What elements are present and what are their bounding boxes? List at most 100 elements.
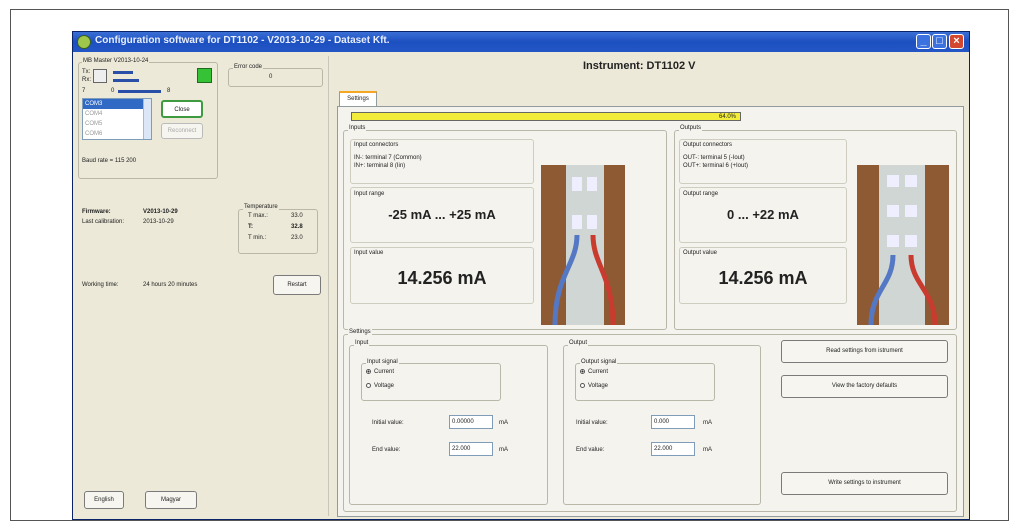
radio-icon[interactable] [366, 383, 371, 388]
com-port-scrollbar[interactable] [143, 99, 151, 139]
output-connector-line: OUT+: terminal 6 (+Iout) [683, 163, 749, 169]
com-port-item[interactable]: COM4 [83, 109, 151, 119]
input-value: 14.256 mA [397, 268, 487, 288]
app-icon [77, 35, 91, 49]
input-voltage-radio[interactable]: Voltage [366, 383, 394, 389]
title-bar[interactable]: Configuration software for DT1102 - V201… [73, 32, 969, 52]
app-window: Configuration software for DT1102 - V201… [72, 31, 970, 520]
window-title: Configuration software for DT1102 - V201… [95, 35, 390, 46]
firmware-label: Firmware: [82, 209, 111, 215]
working-time-label: Working time: [82, 282, 119, 288]
output-initial-label: Initial value: [576, 420, 608, 426]
terminal-illustration [541, 165, 625, 325]
output-end-label: End value: [576, 447, 605, 453]
magyar-button[interactable]: Magyar [145, 491, 197, 509]
instrument-title: Instrument: DT1102 V [583, 60, 696, 72]
output-value: 14.256 mA [718, 268, 808, 288]
tmin-value: 23.0 [291, 235, 303, 241]
input-connectors-label: Input connectors [354, 142, 399, 148]
tmax-label: T max.: [248, 213, 268, 219]
restart-button[interactable]: Restart [273, 275, 321, 295]
input-initial-unit: mA [499, 420, 508, 426]
panel-divider [328, 56, 329, 516]
output-initial-field[interactable]: 0.000 [651, 415, 695, 429]
output-range-value: 0 ... +22 mA [727, 207, 799, 222]
input-current-radio[interactable]: Current [366, 369, 394, 375]
close-icon[interactable]: × [949, 34, 964, 49]
com-port-list[interactable]: COM3 COM4 COM5 COM6 [82, 98, 152, 140]
level-bar [118, 90, 161, 93]
input-current-label: Current [374, 369, 395, 376]
output-voltage-radio[interactable]: Voltage [580, 383, 608, 389]
input-connector-line: IN+: terminal 8 (Iin) [354, 163, 406, 169]
working-time-value: 24 hours 20 minutes [143, 282, 198, 288]
bar-start-label: 0 [111, 88, 115, 94]
rx-label: Rx: [82, 77, 91, 83]
rx-bar [113, 79, 139, 82]
baud-rate-text: Baud rate = 115 200 [82, 158, 137, 164]
output-end-field[interactable]: 22.000 [651, 442, 695, 456]
input-end-unit: mA [499, 447, 508, 453]
terminal-illustration [857, 165, 949, 325]
figure-frame: Configuration software for DT1102 - V201… [10, 9, 1009, 521]
radio-selected-icon[interactable] [580, 369, 585, 374]
tab-settings[interactable]: Settings [339, 91, 377, 107]
output-signal-label: Output signal [580, 359, 618, 365]
read-settings-button[interactable]: Read settings from istrument [781, 340, 948, 363]
last-calibration-label: Last calibration: [82, 219, 125, 225]
error-code-label: Error code [233, 64, 264, 70]
factory-defaults-button[interactable]: View the factory defaults [781, 375, 948, 398]
output-voltage-label: Voltage [588, 383, 609, 390]
firmware-value: V2013-10-29 [143, 209, 178, 215]
close-button[interactable]: Close [161, 100, 203, 118]
outputs-label: Outputs [679, 125, 703, 131]
output-connectors-label: Output connectors [683, 142, 733, 148]
last-calibration-value: 2013-10-29 [143, 219, 174, 225]
input-terminal-photo [541, 165, 625, 325]
input-voltage-label: Voltage [374, 383, 395, 390]
input-connector-line: IN-: terminal 7 (Common) [354, 155, 422, 161]
tmax-value: 33.0 [291, 213, 303, 219]
english-button[interactable]: English [84, 491, 124, 509]
output-range-label: Output range [683, 191, 719, 197]
input-end-field[interactable]: 22.000 [449, 442, 493, 456]
minimize-icon[interactable]: _ [916, 34, 931, 49]
master-label: MB Master V2013-10-24 [82, 58, 150, 64]
connection-status-indicator [197, 68, 212, 83]
input-initial-label: Initial value: [372, 420, 404, 426]
input-settings-label: Input [354, 340, 370, 346]
reconnect-button[interactable]: Reconnect [161, 123, 203, 139]
input-range-label: Input range [354, 191, 385, 197]
error-code-value: 0 [269, 74, 273, 80]
write-settings-button[interactable]: Write settings to instrument [781, 472, 948, 495]
com-port-item[interactable]: COM5 [83, 119, 151, 129]
settings-label: Settings [348, 329, 372, 335]
com-port-item[interactable]: COM3 [83, 99, 151, 109]
input-initial-field[interactable]: 0.00000 [449, 415, 493, 429]
tx-label: Tx: [82, 69, 91, 75]
progress-fill [352, 113, 740, 120]
output-end-unit: mA [703, 447, 712, 453]
radio-selected-icon[interactable] [366, 369, 371, 374]
output-current-radio[interactable]: Current [580, 369, 608, 375]
output-settings-label: Output [568, 340, 589, 346]
tmin-label: T min.: [248, 235, 267, 241]
bar-min-label: 7 [82, 88, 86, 94]
input-value-label: Input value [354, 250, 384, 256]
t-label: T: [248, 224, 253, 230]
progress-text: 64.0% [718, 114, 736, 120]
tx-rx-indicator [93, 69, 107, 83]
input-end-label: End value: [372, 447, 401, 453]
com-port-item[interactable]: COM6 [83, 129, 151, 139]
output-connector-line: OUT-: terminal 5 (-Iout) [683, 155, 745, 161]
t-value: 32.8 [291, 224, 303, 230]
tx-bar [113, 71, 133, 74]
output-initial-unit: mA [703, 420, 712, 426]
input-range-value: -25 mA ... +25 mA [388, 207, 496, 222]
maximize-icon[interactable]: □ [932, 34, 947, 49]
temperature-label: Temperature [243, 204, 279, 210]
output-current-label: Current [588, 369, 609, 376]
output-terminal-photo [857, 165, 949, 325]
error-code-group [228, 68, 323, 87]
radio-icon[interactable] [580, 383, 585, 388]
